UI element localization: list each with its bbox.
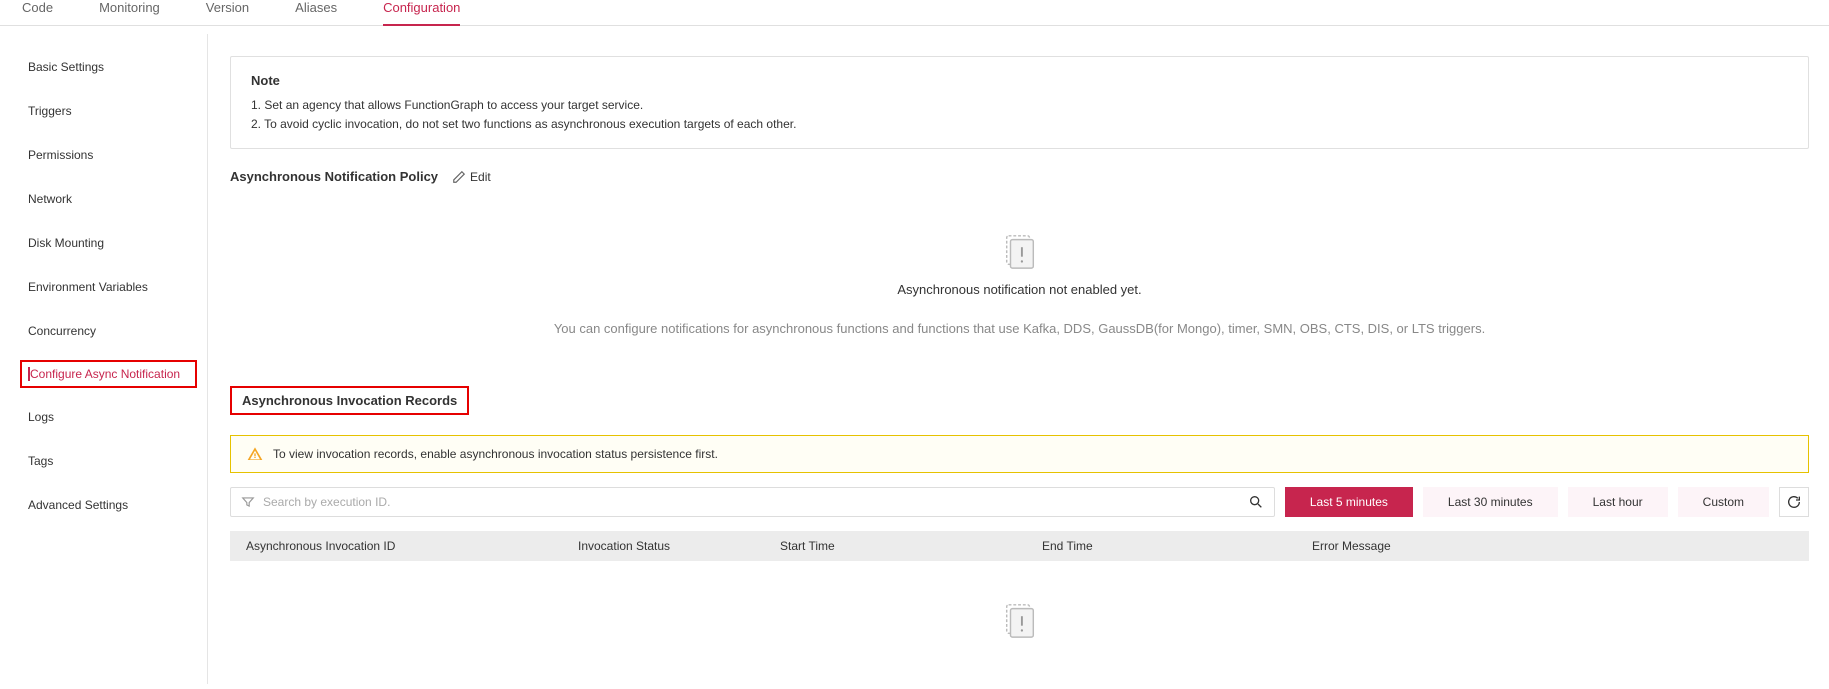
tab-monitoring[interactable]: Monitoring bbox=[99, 0, 160, 26]
warning-text: To view invocation records, enable async… bbox=[273, 447, 718, 461]
sidebar-highlight-box: Configure Async Notification bbox=[20, 360, 197, 388]
sidebar-item-network[interactable]: Network bbox=[10, 184, 207, 214]
sidebar-item-tags[interactable]: Tags bbox=[10, 446, 207, 476]
records-title: Asynchronous Invocation Records bbox=[242, 393, 457, 408]
records-highlight-box: Asynchronous Invocation Records bbox=[230, 386, 469, 415]
note-box: Note 1. Set an agency that allows Functi… bbox=[230, 56, 1809, 149]
sidebar-item-permissions[interactable]: Permissions bbox=[10, 140, 207, 170]
search-input[interactable] bbox=[255, 495, 1248, 509]
sidebar-item-concurrency[interactable]: Concurrency bbox=[10, 316, 207, 346]
refresh-icon bbox=[1786, 494, 1802, 510]
search-icon[interactable] bbox=[1248, 494, 1264, 510]
time-custom-button[interactable]: Custom bbox=[1678, 487, 1769, 517]
warning-icon bbox=[247, 446, 263, 462]
filter-icon bbox=[241, 495, 255, 509]
tab-aliases[interactable]: Aliases bbox=[295, 0, 337, 26]
time-30min-button[interactable]: Last 30 minutes bbox=[1423, 487, 1558, 517]
table-empty bbox=[230, 561, 1809, 639]
col-invocation-id: Asynchronous Invocation ID bbox=[240, 539, 572, 553]
edit-label: Edit bbox=[470, 170, 491, 184]
note-line-2: 2. To avoid cyclic invocation, do not se… bbox=[251, 115, 1788, 134]
note-title: Note bbox=[251, 73, 1788, 88]
col-status: Invocation Status bbox=[572, 539, 774, 553]
policy-empty: Asynchronous notification not enabled ye… bbox=[230, 204, 1809, 346]
tab-code[interactable]: Code bbox=[22, 0, 53, 26]
pencil-icon bbox=[452, 170, 466, 184]
tab-configuration[interactable]: Configuration bbox=[383, 0, 460, 26]
sidebar-item-triggers[interactable]: Triggers bbox=[10, 96, 207, 126]
main-content: Note 1. Set an agency that allows Functi… bbox=[208, 34, 1829, 684]
note-line-1: 1. Set an agency that allows FunctionGra… bbox=[251, 96, 1788, 115]
sidebar: Basic Settings Triggers Permissions Netw… bbox=[10, 34, 208, 684]
sidebar-item-logs[interactable]: Logs bbox=[10, 402, 207, 432]
tab-version[interactable]: Version bbox=[206, 0, 249, 26]
sidebar-item-env[interactable]: Environment Variables bbox=[10, 272, 207, 302]
empty-icon bbox=[1001, 601, 1039, 639]
time-5min-button[interactable]: Last 5 minutes bbox=[1285, 487, 1413, 517]
col-error: Error Message bbox=[1306, 539, 1799, 553]
sidebar-item-advanced[interactable]: Advanced Settings bbox=[10, 490, 207, 520]
search-box[interactable] bbox=[230, 487, 1275, 517]
policy-empty-desc: You can configure notifications for asyn… bbox=[230, 321, 1809, 336]
refresh-button[interactable] bbox=[1779, 487, 1809, 517]
policy-title: Asynchronous Notification Policy bbox=[230, 169, 438, 184]
table-header: Asynchronous Invocation ID Invocation St… bbox=[230, 531, 1809, 561]
time-1hour-button[interactable]: Last hour bbox=[1568, 487, 1668, 517]
top-tabs: Code Monitoring Version Aliases Configur… bbox=[0, 0, 1829, 26]
edit-button[interactable]: Edit bbox=[452, 170, 491, 184]
sidebar-item-basic[interactable]: Basic Settings bbox=[10, 52, 207, 82]
col-end: End Time bbox=[1036, 539, 1306, 553]
policy-empty-text: Asynchronous notification not enabled ye… bbox=[230, 282, 1809, 297]
empty-icon bbox=[1001, 232, 1039, 270]
col-start: Start Time bbox=[774, 539, 1036, 553]
sidebar-item-async[interactable]: Configure Async Notification bbox=[28, 367, 189, 381]
sidebar-item-disk[interactable]: Disk Mounting bbox=[10, 228, 207, 258]
warning-box: To view invocation records, enable async… bbox=[230, 435, 1809, 473]
